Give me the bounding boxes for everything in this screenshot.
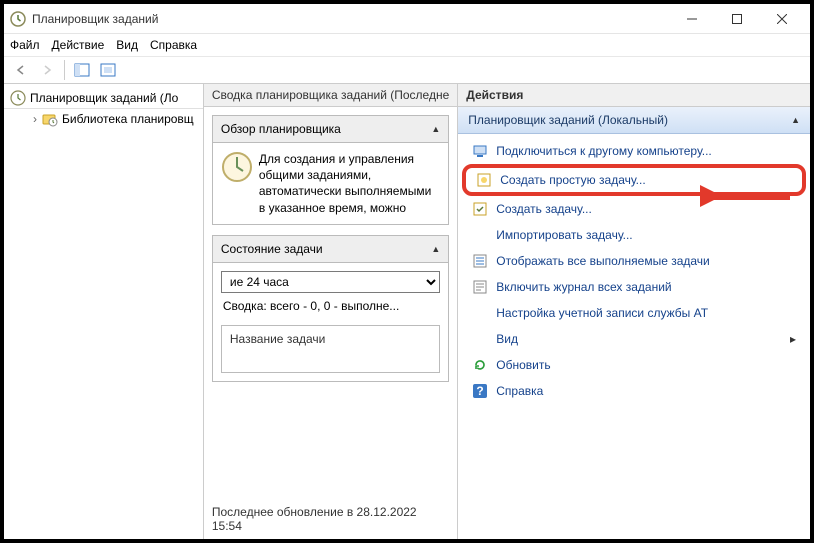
summary-panel: Сводка планировщика заданий (Последнe Об…: [204, 84, 458, 539]
refresh-icon: [472, 357, 488, 373]
action-label: Отображать все выполняемые задачи: [496, 254, 710, 268]
collapse-icon[interactable]: ▲: [791, 115, 800, 125]
view-icon: [472, 331, 488, 347]
task-name-box: Название задачи: [221, 325, 440, 373]
last-updated: Последнее обновление в 28.12.2022 15:54: [204, 499, 457, 539]
history-icon: [472, 279, 488, 295]
chevron-right-icon: ▸: [790, 332, 796, 346]
task-scheduler-icon: [10, 90, 26, 106]
tree-panel: Планировщик заданий (Ло › Библиотека пла…: [4, 84, 204, 539]
actions-scope-label: Планировщик заданий (Локальный): [468, 113, 668, 127]
content-area: Планировщик заданий (Ло › Библиотека пла…: [4, 84, 810, 539]
overview-box: Обзор планировщика ▲ Для создания и упра…: [212, 115, 449, 225]
action-label: Подключиться к другому компьютеру...: [496, 144, 712, 158]
action-create-task[interactable]: Создать задачу...: [458, 196, 810, 222]
menu-view[interactable]: Вид: [116, 38, 138, 52]
status-period-select[interactable]: ие 24 часа: [221, 271, 440, 293]
clock-icon: [221, 151, 253, 183]
status-title: Состояние задачи: [221, 242, 323, 256]
menu-file[interactable]: Файл: [10, 38, 40, 52]
tree-root[interactable]: Планировщик заданий (Ло: [4, 88, 203, 109]
toolbar: [4, 56, 810, 84]
action-label: Вид: [496, 332, 518, 346]
status-box: Состояние задачи ▲ ие 24 часа Сводка: вс…: [212, 235, 449, 382]
tree-item-library[interactable]: › Библиотека планировщ: [4, 109, 203, 129]
task-name-label: Название задачи: [230, 332, 326, 346]
status-summary: Сводка: всего - 0, 0 - выполне...: [221, 293, 440, 319]
actions-panel: Действия Планировщик заданий (Локальный)…: [458, 84, 810, 539]
actions-list: Подключиться к другому компьютеру... Соз…: [458, 134, 810, 408]
tree-item-label: Библиотека планировщ: [62, 112, 194, 126]
window-controls: [669, 5, 804, 33]
overview-text: Для создания и управления общими задания…: [259, 151, 440, 216]
action-help[interactable]: ? Справка: [458, 378, 810, 404]
folder-clock-icon: [42, 111, 58, 127]
collapse-icon[interactable]: ▲: [431, 244, 440, 254]
forward-button[interactable]: [36, 59, 58, 81]
menu-help[interactable]: Справка: [150, 38, 197, 52]
action-label: Импортировать задачу...: [496, 228, 632, 242]
toolbar-pane1-button[interactable]: [71, 59, 93, 81]
action-view[interactable]: Вид ▸: [458, 326, 810, 352]
action-at-account-config[interactable]: Настройка учетной записи службы AT: [458, 300, 810, 326]
action-label: Создать простую задачу...: [500, 173, 645, 187]
window-title: Планировщик заданий: [32, 12, 669, 26]
action-label: Создать задачу...: [496, 202, 592, 216]
computer-icon: [472, 143, 488, 159]
toolbar-pane2-button[interactable]: [97, 59, 119, 81]
wizard-icon: [476, 172, 492, 188]
settings-icon: [472, 305, 488, 321]
action-show-running[interactable]: Отображать все выполняемые задачи: [458, 248, 810, 274]
minimize-button[interactable]: [669, 5, 714, 33]
task-icon: [472, 201, 488, 217]
actions-header: Действия: [458, 84, 810, 107]
overview-title: Обзор планировщика: [221, 122, 341, 136]
svg-text:?: ?: [477, 384, 484, 398]
import-icon: [472, 227, 488, 243]
task-scheduler-icon: [10, 11, 26, 27]
action-create-basic-task[interactable]: Создать простую задачу...: [462, 164, 806, 196]
menu-action[interactable]: Действие: [52, 38, 105, 52]
help-icon: ?: [472, 383, 488, 399]
collapse-icon[interactable]: ▲: [431, 124, 440, 134]
action-label: Настройка учетной записи службы AT: [496, 306, 708, 320]
maximize-button[interactable]: [714, 5, 759, 33]
titlebar: Планировщик заданий: [4, 4, 810, 34]
action-refresh[interactable]: Обновить: [458, 352, 810, 378]
actions-scope[interactable]: Планировщик заданий (Локальный) ▲: [458, 107, 810, 134]
action-label: Обновить: [496, 358, 550, 372]
action-enable-history[interactable]: Включить журнал всех заданий: [458, 274, 810, 300]
close-button[interactable]: [759, 5, 804, 33]
list-icon: [472, 253, 488, 269]
back-button[interactable]: [10, 59, 32, 81]
expander-icon[interactable]: ›: [30, 112, 40, 126]
action-label: Включить журнал всех заданий: [496, 280, 671, 294]
action-import-task[interactable]: Импортировать задачу...: [458, 222, 810, 248]
action-connect-computer[interactable]: Подключиться к другому компьютеру...: [458, 138, 810, 164]
action-label: Справка: [496, 384, 543, 398]
menubar: Файл Действие Вид Справка: [4, 34, 810, 56]
summary-header: Сводка планировщика заданий (Последнe: [204, 84, 457, 107]
tree-root-label: Планировщик заданий (Ло: [30, 91, 178, 105]
